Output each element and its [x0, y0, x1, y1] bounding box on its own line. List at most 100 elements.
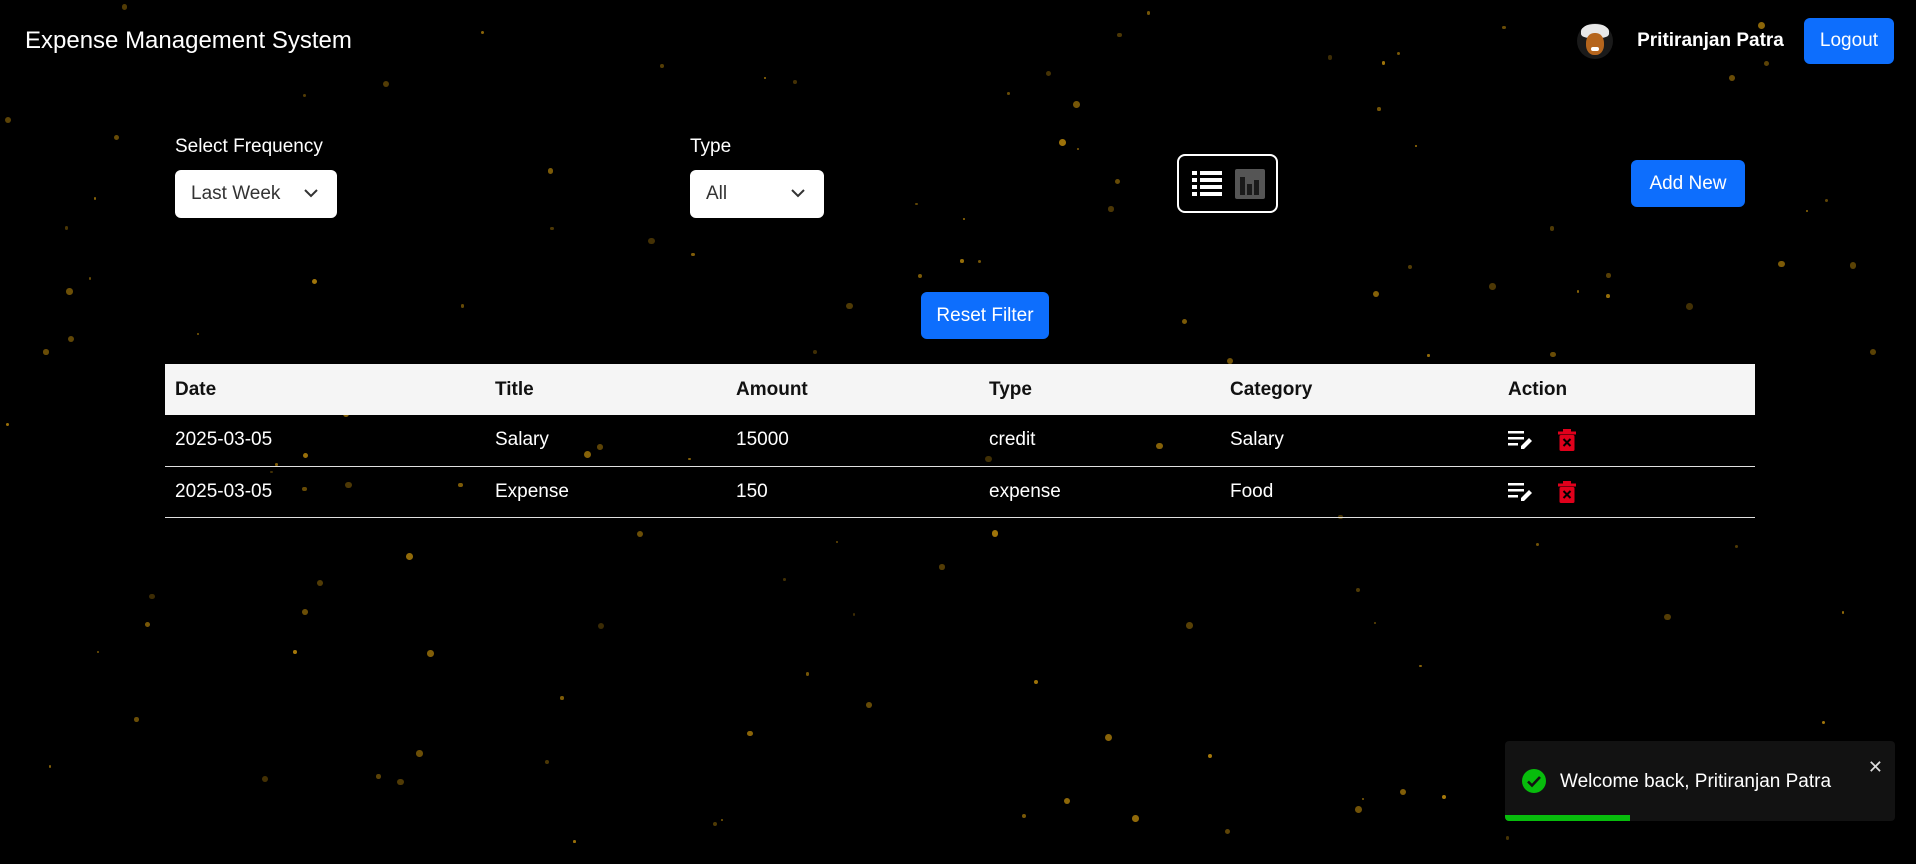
cell-amount: 150 [726, 466, 979, 518]
star-dot [1606, 293, 1610, 298]
star-dot [960, 259, 964, 263]
star-dot [747, 730, 753, 737]
star-dot [917, 273, 922, 278]
star-dot [560, 696, 564, 700]
star-dot [64, 226, 69, 230]
chevron-down-icon [791, 189, 805, 198]
cell-type: expense [979, 466, 1220, 518]
star-dot [48, 764, 52, 768]
star-dot [1373, 621, 1377, 624]
star-dot [1355, 587, 1361, 593]
star-dot [1146, 11, 1151, 15]
star-dot [597, 623, 604, 630]
star-dot [1182, 319, 1188, 325]
star-dot [461, 304, 465, 308]
star-dot [406, 552, 413, 560]
star-dot [977, 260, 981, 264]
add-new-button[interactable]: Add New [1631, 160, 1745, 207]
star-dot [1362, 797, 1365, 800]
column-header-category: Category [1230, 378, 1313, 400]
star-dot [416, 750, 423, 757]
star-dot [480, 30, 485, 35]
cell-category: Salary [1220, 415, 1498, 467]
star-dot [1805, 210, 1808, 213]
edit-icon[interactable] [1508, 429, 1534, 451]
star-dot [122, 4, 128, 10]
close-icon[interactable]: ✕ [1868, 757, 1883, 778]
star-dot [793, 80, 797, 84]
star-dot [1777, 260, 1785, 268]
edit-icon[interactable] [1508, 481, 1534, 503]
star-dot [1408, 264, 1413, 269]
bar-chart-icon[interactable] [1234, 168, 1265, 199]
star-dot [550, 227, 554, 231]
star-dot [691, 252, 695, 256]
star-dot [1224, 829, 1231, 835]
list-icon[interactable] [1191, 169, 1223, 199]
star-dot [1427, 354, 1430, 357]
star-dot [805, 672, 810, 676]
delete-icon[interactable] [1558, 480, 1576, 503]
star-dot [113, 135, 120, 141]
star-dot [427, 650, 434, 657]
star-dot [636, 530, 644, 538]
table-row: 2025-03-05 Salary 15000 credit Salary [165, 415, 1755, 467]
table-header-row: Date Title Amount Type Category Action [165, 364, 1755, 415]
star-dot [852, 613, 856, 617]
star-dot [1442, 795, 1447, 800]
star-dot [1117, 33, 1122, 38]
reset-filter-button[interactable]: Reset Filter [921, 292, 1049, 339]
star-dot [302, 93, 307, 98]
toast-progress-bar [1505, 815, 1630, 821]
star-dot [302, 609, 309, 615]
toast-message: Welcome back, Pritiranjan Patra [1560, 771, 1832, 792]
star-dot [1033, 680, 1038, 685]
star-dot [1373, 290, 1380, 297]
star-dot [292, 649, 297, 654]
cell-title: Expense [485, 466, 726, 518]
frequency-select[interactable]: Last Week [175, 170, 337, 218]
star-dot [835, 541, 838, 544]
logout-button[interactable]: Logout [1803, 18, 1894, 64]
star-dot [1327, 55, 1333, 61]
star-dot [67, 335, 75, 343]
star-dot [1824, 199, 1829, 203]
star-dot [66, 288, 73, 295]
cell-type: credit [979, 415, 1220, 467]
star-dot [1870, 348, 1877, 355]
star-dot [1021, 814, 1026, 819]
star-dot [4, 116, 12, 123]
star-dot [1207, 753, 1212, 758]
star-dot [97, 650, 100, 653]
star-dot [1354, 806, 1362, 814]
user-name: Pritiranjan Patra [1637, 30, 1784, 51]
star-dot [991, 530, 999, 537]
star-dot [782, 577, 786, 581]
star-dot [1821, 720, 1826, 725]
star-dot [1007, 91, 1011, 95]
star-dot [1849, 262, 1857, 269]
star-dot [866, 702, 873, 708]
star-dot [1185, 622, 1193, 629]
view-toggle [1177, 154, 1278, 213]
star-dot [1064, 798, 1071, 805]
star-dot [721, 819, 724, 822]
star-dot [1104, 733, 1112, 741]
star-dot [1377, 107, 1382, 111]
frequency-label: Select Frequency [175, 136, 323, 157]
column-header-action: Action [1508, 378, 1568, 400]
star-dot [88, 277, 91, 280]
type-label: Type [690, 136, 732, 157]
type-select[interactable]: All [690, 170, 824, 218]
star-dot [1419, 664, 1422, 668]
star-dot [939, 564, 945, 570]
column-header-type: Type [989, 378, 1032, 400]
expense-table: Date Title Amount Type Category Action 2… [165, 364, 1755, 518]
star-dot [316, 580, 323, 587]
star-dot [764, 77, 767, 80]
star-dot [1842, 611, 1845, 614]
star-dot [43, 349, 49, 355]
cell-action [1498, 466, 1755, 518]
star-dot [397, 779, 404, 786]
delete-icon[interactable] [1558, 429, 1576, 452]
